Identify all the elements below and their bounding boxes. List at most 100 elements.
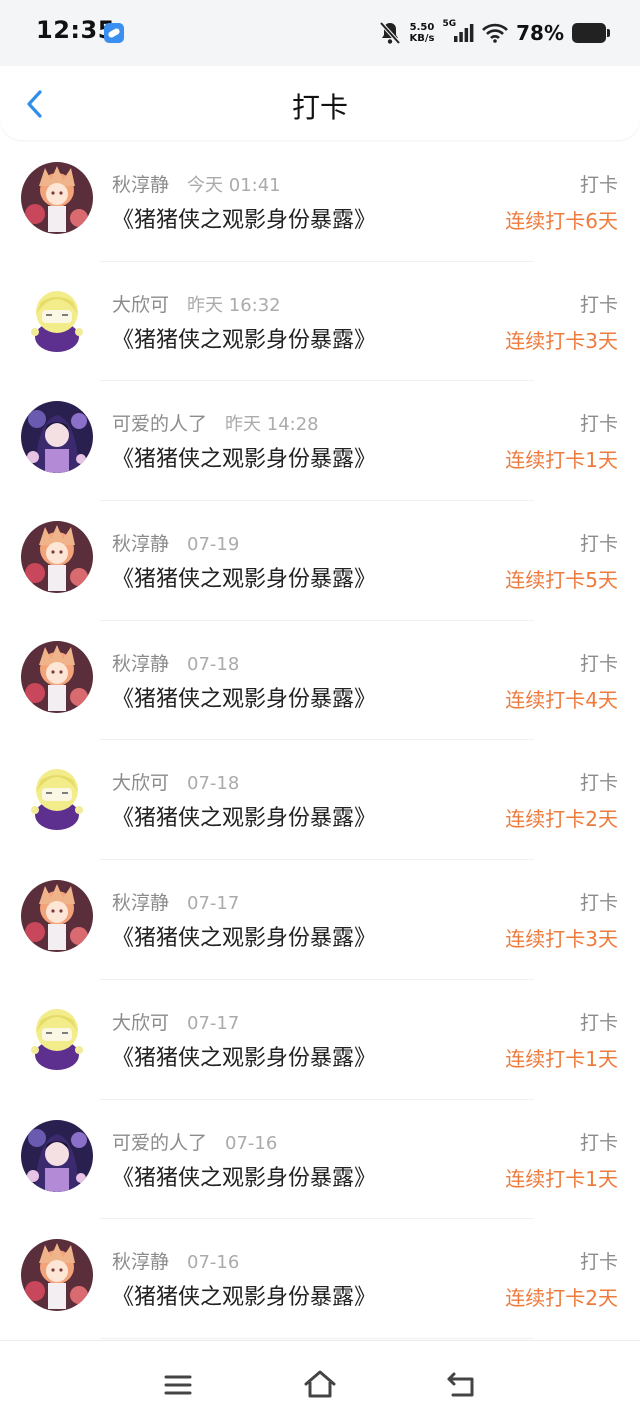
checkin-time: 07-17 [187,893,240,915]
streak-label: 连续打卡1天 [505,1166,618,1191]
streak-label: 连续打卡5天 [505,568,618,593]
checkin-time: 07-18 [187,653,240,675]
book-title[interactable]: 《猪猪侠之观影身份暴露》 [112,1279,376,1311]
checkin-time: 昨天 16:32 [187,294,281,316]
user-name[interactable]: 秋淳静 [112,1251,169,1273]
avatar[interactable] [21,521,93,594]
network-type: 5G [442,19,457,29]
checkin-row[interactable]: 大欣可 07-17 《猪猪侠之观影身份暴露》 打卡连续打卡1天 [0,980,640,1100]
menu-icon [164,1375,192,1395]
checkin-row[interactable]: 大欣可 07-18 《猪猪侠之观影身份暴露》 打卡连续打卡2天 [0,740,640,861]
checkin-time: 07-18 [187,773,240,795]
user-line: 大欣可 07-18 [112,768,239,795]
user-line: 可爱的人了 昨天 14:28 [112,409,319,436]
home-button[interactable] [303,1369,337,1401]
checkin-time: 07-16 [225,1132,278,1154]
checkin-type: 打卡 [579,772,618,795]
nav-bar: 打卡 [0,66,640,140]
checkin-time: 07-16 [187,1252,240,1274]
checkin-type: 打卡 [579,413,618,436]
checkin-row[interactable]: 大欣可 昨天 16:32 《猪猪侠之观影身份暴露》 打卡连续打卡3天 [0,262,640,382]
checkin-row[interactable]: 可爱的人了 07-16 《猪猪侠之观影身份暴露》 打卡连续打卡1天 [0,1100,640,1220]
battery-percent: 78% [516,21,564,45]
page-title: 打卡 [291,91,348,124]
checkin-time: 07-17 [187,1012,240,1034]
user-line: 秋淳静 07-16 [112,1247,239,1274]
streak-label: 连续打卡1天 [505,448,618,473]
user-name[interactable]: 可爱的人了 [112,413,207,435]
book-title[interactable]: 《猪猪侠之观影身份暴露》 [112,441,376,473]
checkin-row[interactable]: 可爱的人了 昨天 14:28 《猪猪侠之观影身份暴露》 打卡连续打卡1天 [0,381,640,502]
home-icon [304,1370,336,1398]
signal-icon [454,24,474,42]
book-title[interactable]: 《猪猪侠之观影身份暴露》 [112,202,376,234]
user-name[interactable]: 可爱的人了 [112,1132,207,1154]
user-line: 秋淳静 07-17 [112,888,239,915]
system-back-button[interactable] [445,1369,479,1401]
user-line: 大欣可 昨天 16:32 [112,290,281,317]
user-name[interactable]: 秋淳静 [112,653,169,675]
checkin-type: 打卡 [579,1011,618,1034]
checkin-row[interactable]: 秋淳静 07-19 《猪猪侠之观影身份暴露》 打卡连续打卡5天 [0,501,640,621]
menu-button[interactable] [161,1369,195,1401]
streak-label: 连续打卡3天 [505,328,618,353]
avatar[interactable] [21,640,93,713]
user-name[interactable]: 大欣可 [112,1012,169,1034]
user-name[interactable]: 秋淳静 [112,892,169,914]
status-bar: 12:35 5.50 KB/s 5G 78% [0,0,640,66]
book-title[interactable]: 《猪猪侠之观影身份暴露》 [112,322,376,354]
checkin-type: 打卡 [579,892,618,915]
streak-label: 连续打卡4天 [505,687,618,712]
back-icon [447,1372,474,1397]
user-line: 秋淳静 今天 01:41 [112,170,281,197]
avatar[interactable] [21,1239,93,1312]
checkin-row[interactable]: 秋淳静 07-17 《猪猪侠之观影身份暴露》 打卡连续打卡3天 [0,860,640,980]
streak-label: 连续打卡3天 [505,927,618,952]
user-line: 可爱的人了 07-16 [112,1128,277,1155]
net-speed: 5.50 KB/s [409,22,435,44]
streak-label: 连续打卡2天 [505,1286,618,1311]
avatar[interactable] [21,999,93,1072]
avatar[interactable] [21,281,93,354]
checkin-row[interactable]: 秋淳静 07-18 《猪猪侠之观影身份暴露》 打卡连续打卡4天 [0,621,640,741]
checkin-time: 07-19 [187,534,240,556]
avatar[interactable] [21,401,93,474]
divider [100,1337,534,1339]
book-title[interactable]: 《猪猪侠之观影身份暴露》 [112,800,376,832]
checkin-type: 打卡 [579,1131,618,1154]
checkin-type: 打卡 [579,533,618,556]
avatar[interactable] [21,162,93,234]
checkin-type: 打卡 [579,1251,618,1274]
bell-muted-icon [379,21,401,45]
streak-label: 连续打卡2天 [505,807,618,832]
book-title[interactable]: 《猪猪侠之观影身份暴露》 [112,920,376,952]
user-name[interactable]: 大欣可 [112,772,169,794]
avatar[interactable] [21,880,93,953]
user-name[interactable]: 秋淳静 [112,174,169,196]
user-name[interactable]: 大欣可 [112,294,169,316]
user-line: 秋淳静 07-18 [112,649,239,676]
streak-label: 连续打卡1天 [505,1046,618,1071]
checkin-row[interactable]: 秋淳静 今天 01:41 《猪猪侠之观影身份暴露》 打卡连续打卡6天 [0,142,640,262]
avatar[interactable] [21,760,93,833]
checkin-list: 秋淳静 今天 01:41 《猪猪侠之观影身份暴露》 打卡 连续打卡6天 大欣可 昨天 16:… [0,142,640,1339]
system-nav-bar [0,1340,640,1423]
checkin-type: 打卡 [579,652,618,675]
book-title[interactable]: 《猪猪侠之观影身份暴露》 [112,681,376,713]
user-line: 大欣可 07-17 [112,1008,239,1035]
book-title[interactable]: 《猪猪侠之观影身份暴露》 [112,1160,376,1192]
checkin-type: 打卡 [579,293,618,316]
avatar[interactable] [21,1119,93,1192]
checkin-time: 昨天 14:28 [225,414,319,436]
book-title[interactable]: 《猪猪侠之观影身份暴露》 [112,561,376,593]
checkin-row[interactable]: 秋淳静 07-16 《猪猪侠之观影身份暴露》 打卡连续打卡2天 [0,1219,640,1339]
app-badge-icon [104,23,124,43]
streak-label: 连续打卡6天 [505,209,618,233]
battery-icon [572,23,610,43]
checkin-type: 打卡 [579,174,618,196]
wifi-icon [482,23,509,43]
user-line: 秋淳静 07-19 [112,529,239,556]
user-name[interactable]: 秋淳静 [112,533,169,555]
checkin-time: 今天 01:41 [187,175,281,196]
book-title[interactable]: 《猪猪侠之观影身份暴露》 [112,1040,376,1072]
